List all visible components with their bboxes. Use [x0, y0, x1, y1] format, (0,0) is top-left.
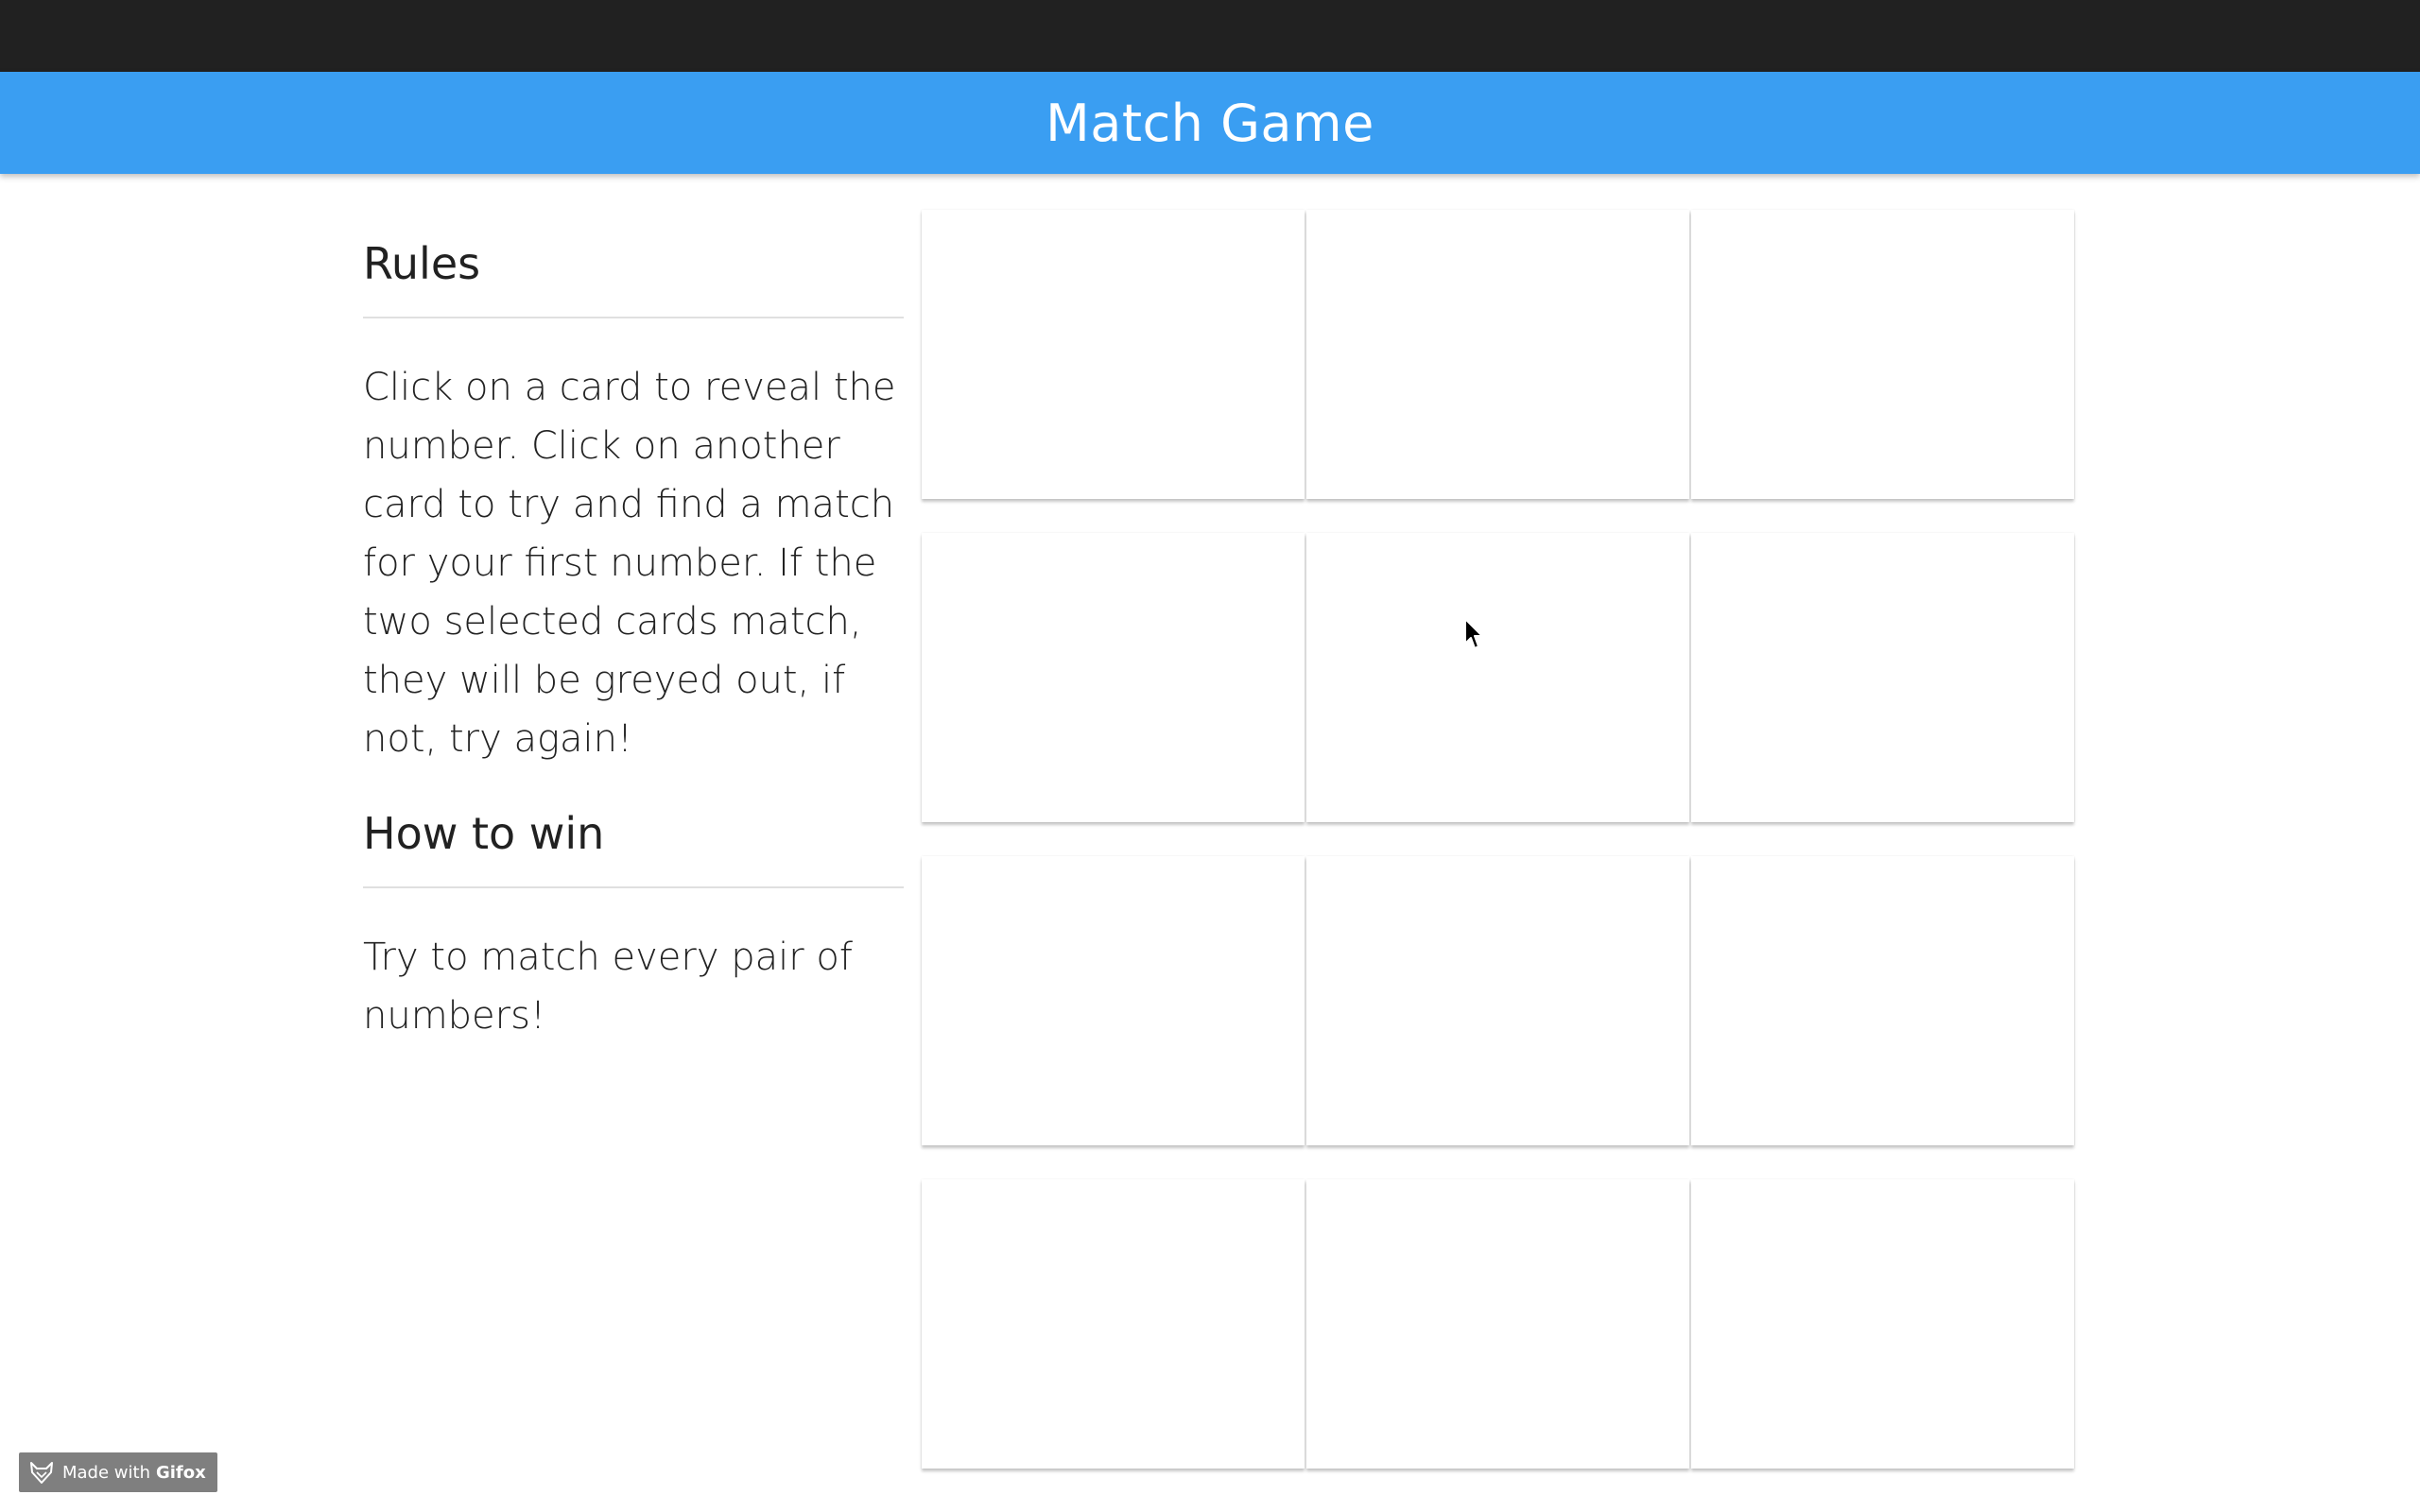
card-board	[922, 210, 2075, 1469]
gifox-watermark[interactable]: Made with Gifox	[19, 1452, 217, 1492]
card[interactable]	[1306, 1179, 1689, 1469]
card[interactable]	[1306, 533, 1689, 822]
rules-panel: Rules Click on a card to reveal the numb…	[363, 208, 904, 1064]
card[interactable]	[1691, 210, 2074, 499]
card[interactable]	[1691, 533, 2074, 822]
card[interactable]	[1306, 856, 1689, 1145]
card[interactable]	[922, 856, 1305, 1145]
card[interactable]	[922, 1179, 1305, 1469]
app-header: Match Game	[0, 72, 2420, 174]
gifox-fox-icon	[30, 1462, 53, 1484]
rules-heading: Rules	[363, 208, 904, 319]
card[interactable]	[1306, 210, 1689, 499]
rules-text: Click on a card to reveal the number. Cl…	[363, 366, 896, 762]
watermark-brand: Gifox	[155, 1462, 206, 1483]
card[interactable]	[1691, 856, 2074, 1145]
how-to-win-heading: How to win	[363, 787, 904, 889]
card[interactable]	[922, 533, 1305, 822]
watermark-prefix: Made with	[62, 1462, 150, 1483]
how-to-win-text: Try to match every pair of numbers!	[363, 936, 853, 1039]
browser-top-bar	[0, 0, 2420, 72]
card[interactable]	[1691, 1179, 2074, 1469]
mouse-cursor-icon	[1464, 618, 1483, 649]
page-title: Match Game	[1046, 93, 1374, 153]
card[interactable]	[922, 210, 1305, 499]
